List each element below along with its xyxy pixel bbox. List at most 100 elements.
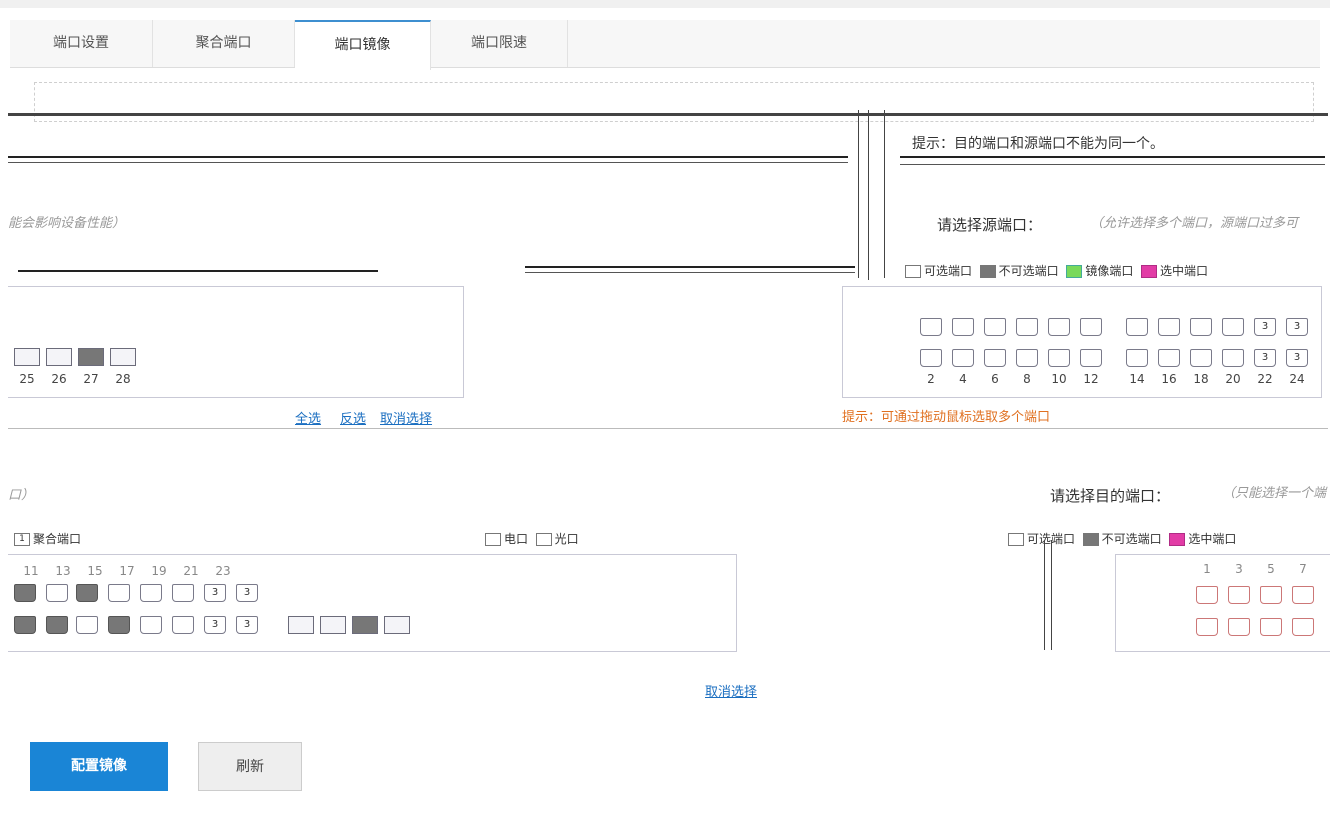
dest-port[interactable]	[1196, 586, 1218, 604]
ethernet-port-19[interactable]	[1222, 318, 1244, 336]
selected-port-icon	[1169, 533, 1186, 546]
dest-port[interactable]: 3	[236, 584, 258, 602]
dest-port[interactable]	[1292, 586, 1314, 604]
port-number: 6	[991, 372, 999, 386]
dest-port[interactable]	[172, 584, 194, 602]
tab-port-settings[interactable]: 端口设置	[10, 20, 153, 67]
dest-port-hint: （只能选择一个端	[1222, 486, 1327, 501]
tab-port-rate-limit[interactable]: 端口限速	[431, 20, 568, 67]
invert-selection-link[interactable]: 反选	[340, 408, 366, 427]
ethernet-port-1[interactable]	[920, 318, 942, 336]
dest-port[interactable]	[76, 616, 98, 634]
dest-port[interactable]: 3	[204, 584, 226, 602]
port-number: 15	[87, 564, 103, 578]
dest-port[interactable]	[46, 616, 68, 634]
dest-port[interactable]	[46, 584, 68, 602]
dest-port[interactable]	[14, 616, 36, 634]
source-sfp-panel	[8, 286, 464, 398]
dest-sfp-port[interactable]	[384, 616, 410, 634]
port-number: 7	[1299, 562, 1307, 576]
sfp-port-27[interactable]	[78, 348, 104, 366]
dest-port-label: 请选择目的端口：	[1050, 487, 1171, 505]
available-port-icon	[1008, 533, 1024, 546]
dest-port[interactable]: 3	[236, 616, 258, 634]
port-number: 11	[23, 564, 39, 578]
top-strip	[0, 0, 1330, 8]
dest-port[interactable]	[108, 616, 130, 634]
unavailable-port-icon	[979, 265, 996, 278]
port-number: 22	[1257, 372, 1273, 386]
divider	[884, 110, 885, 278]
dest-port[interactable]	[1228, 586, 1250, 604]
ethernet-port-20[interactable]	[1222, 349, 1244, 367]
port-number: 1	[1203, 562, 1211, 576]
ethernet-port-21[interactable]: 3	[1254, 318, 1276, 336]
dest-sfp-port[interactable]	[320, 616, 346, 634]
dest-port[interactable]	[172, 616, 194, 634]
ethernet-port-7[interactable]	[1016, 318, 1038, 336]
source-port-label: 请选择源端口：	[937, 216, 1043, 234]
dest-deselect-link[interactable]: 取消选择	[705, 681, 757, 700]
dest-port[interactable]	[108, 584, 130, 602]
port-number: 14	[1129, 372, 1145, 386]
dest-port[interactable]	[140, 584, 162, 602]
refresh-button[interactable]: 刷新	[198, 742, 302, 791]
tab-aggregate-port[interactable]: 聚合端口	[153, 20, 295, 67]
port-number: 23	[215, 564, 231, 578]
select-all-link[interactable]: 全选	[295, 408, 321, 427]
separator	[900, 164, 1325, 165]
ethernet-port-8[interactable]	[1016, 349, 1038, 367]
ethernet-port-23[interactable]: 3	[1286, 318, 1308, 336]
ethernet-port-18[interactable]	[1190, 349, 1212, 367]
dest-legend-right: 可选端口 不可选端口 选中端口	[1008, 530, 1236, 547]
ethernet-port-9[interactable]	[1048, 318, 1070, 336]
dest-port[interactable]	[14, 584, 36, 602]
dest-port[interactable]	[76, 584, 98, 602]
aggregate-port-icon: 1	[14, 533, 30, 546]
dest-port[interactable]	[1260, 586, 1282, 604]
ethernet-port-6[interactable]	[984, 349, 1006, 367]
ethernet-port-12[interactable]	[1080, 349, 1102, 367]
dest-sfp-port[interactable]	[352, 616, 378, 634]
sfp-port-25[interactable]	[14, 348, 40, 366]
ethernet-port-24[interactable]: 3	[1286, 349, 1308, 367]
dest-port[interactable]: 3	[204, 616, 226, 634]
mirror-port-icon	[1066, 265, 1083, 278]
sfp-port-28[interactable]	[110, 348, 136, 366]
dest-sfp-port[interactable]	[288, 616, 314, 634]
divider	[868, 110, 869, 280]
ethernet-port-17[interactable]	[1190, 318, 1212, 336]
dest-port[interactable]	[1292, 618, 1314, 636]
ethernet-port-15[interactable]	[1158, 318, 1180, 336]
ethernet-port-3[interactable]	[952, 318, 974, 336]
port-number: 2	[927, 372, 935, 386]
separator	[8, 162, 848, 163]
ethernet-port-13[interactable]	[1126, 318, 1148, 336]
separator	[900, 156, 1325, 158]
port-number: 8	[1023, 372, 1031, 386]
source-legend: 可选端口 不可选端口 镜像端口 选中端口	[905, 262, 1208, 279]
ethernet-port-2[interactable]	[920, 349, 942, 367]
deselect-link[interactable]: 取消选择	[380, 408, 432, 427]
dest-port[interactable]	[1228, 618, 1250, 636]
configure-mirror-button[interactable]: 配置镜像	[30, 742, 168, 791]
ethernet-port-5[interactable]	[984, 318, 1006, 336]
port-number: 17	[119, 564, 135, 578]
dest-port[interactable]	[1196, 618, 1218, 636]
tip-frame	[34, 82, 1314, 122]
separator	[525, 272, 855, 273]
dest-port[interactable]	[1260, 618, 1282, 636]
dest-port[interactable]	[140, 616, 162, 634]
port-number: 10	[1051, 372, 1067, 386]
ethernet-port-14[interactable]	[1126, 349, 1148, 367]
port-number: 26	[51, 372, 67, 386]
ethernet-port-22[interactable]: 3	[1254, 349, 1276, 367]
ethernet-port-11[interactable]	[1080, 318, 1102, 336]
separator	[8, 428, 1328, 429]
divider	[858, 110, 859, 278]
ethernet-port-10[interactable]	[1048, 349, 1070, 367]
ethernet-port-4[interactable]	[952, 349, 974, 367]
ethernet-port-16[interactable]	[1158, 349, 1180, 367]
sfp-port-26[interactable]	[46, 348, 72, 366]
tab-port-mirror[interactable]: 端口镜像	[295, 20, 431, 70]
